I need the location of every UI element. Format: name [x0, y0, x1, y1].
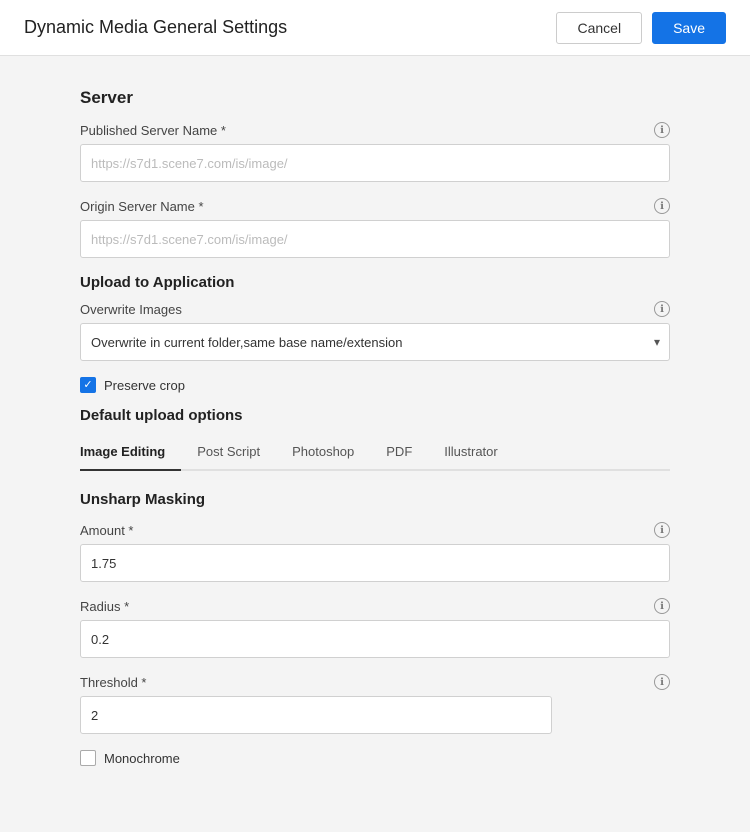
tab-image-editing[interactable]: Image Editing — [80, 434, 181, 471]
threshold-label: Threshold * — [80, 675, 146, 690]
upload-section-title: Upload to Application — [80, 274, 670, 291]
published-server-field: Published Server Name * ℹ — [80, 122, 670, 182]
save-button[interactable]: Save — [652, 12, 726, 44]
radius-input[interactable] — [80, 620, 670, 658]
monochrome-row: Monochrome — [80, 750, 670, 766]
tab-pdf[interactable]: PDF — [370, 434, 428, 471]
radius-label-row: Radius * ℹ — [80, 598, 670, 614]
header-actions: Cancel Save — [556, 12, 726, 44]
tab-photoshop[interactable]: Photoshop — [276, 434, 370, 471]
preserve-crop-checkbox[interactable]: ✓ — [80, 377, 96, 393]
origin-server-label-row: Origin Server Name * ℹ — [80, 198, 670, 214]
tab-post-script[interactable]: Post Script — [181, 434, 276, 471]
tabs-header: Image Editing Post Script Photoshop PDF … — [80, 434, 670, 471]
threshold-field: Threshold * ℹ — [80, 674, 670, 734]
amount-info-icon[interactable]: ℹ — [654, 522, 670, 538]
radius-label: Radius * — [80, 599, 129, 614]
page-header: Dynamic Media General Settings Cancel Sa… — [0, 0, 750, 56]
cancel-button[interactable]: Cancel — [556, 12, 642, 44]
threshold-input[interactable] — [80, 696, 552, 734]
published-server-label-row: Published Server Name * ℹ — [80, 122, 670, 138]
overwrite-images-info-icon[interactable]: ℹ — [654, 301, 670, 317]
check-icon: ✓ — [83, 380, 92, 391]
overwrite-images-label: Overwrite Images — [80, 302, 182, 317]
preserve-crop-label: Preserve crop — [104, 378, 185, 393]
radius-field: Radius * ℹ — [80, 598, 670, 658]
server-section-title: Server — [80, 88, 670, 108]
threshold-label-row: Threshold * ℹ — [80, 674, 670, 690]
preserve-crop-row: ✓ Preserve crop — [80, 377, 670, 393]
amount-label-row: Amount * ℹ — [80, 522, 670, 538]
published-server-label: Published Server Name * — [80, 123, 226, 138]
default-upload-section-title: Default upload options — [80, 407, 670, 424]
origin-server-field: Origin Server Name * ℹ — [80, 198, 670, 258]
monochrome-checkbox[interactable] — [80, 750, 96, 766]
monochrome-label: Monochrome — [104, 751, 180, 766]
amount-label: Amount * — [80, 523, 133, 538]
overwrite-images-select-wrapper: Overwrite in current folder,same base na… — [80, 323, 670, 361]
origin-server-input[interactable] — [80, 220, 670, 258]
unsharp-masking-title: Unsharp Masking — [80, 491, 670, 508]
overwrite-images-select[interactable]: Overwrite in current folder,same base na… — [80, 323, 670, 361]
threshold-info-icon[interactable]: ℹ — [654, 674, 670, 690]
page-title: Dynamic Media General Settings — [24, 17, 287, 38]
tabs-container: Image Editing Post Script Photoshop PDF … — [80, 434, 670, 766]
origin-server-info-icon[interactable]: ℹ — [654, 198, 670, 214]
main-content: Server Published Server Name * ℹ Origin … — [0, 56, 750, 812]
published-server-input[interactable] — [80, 144, 670, 182]
amount-field: Amount * ℹ — [80, 522, 670, 582]
amount-input[interactable] — [80, 544, 670, 582]
overwrite-images-label-row: Overwrite Images ℹ — [80, 301, 670, 317]
tab-illustrator[interactable]: Illustrator — [428, 434, 513, 471]
overwrite-images-field: Overwrite Images ℹ Overwrite in current … — [80, 301, 670, 361]
published-server-info-icon[interactable]: ℹ — [654, 122, 670, 138]
radius-info-icon[interactable]: ℹ — [654, 598, 670, 614]
origin-server-label: Origin Server Name * — [80, 199, 204, 214]
